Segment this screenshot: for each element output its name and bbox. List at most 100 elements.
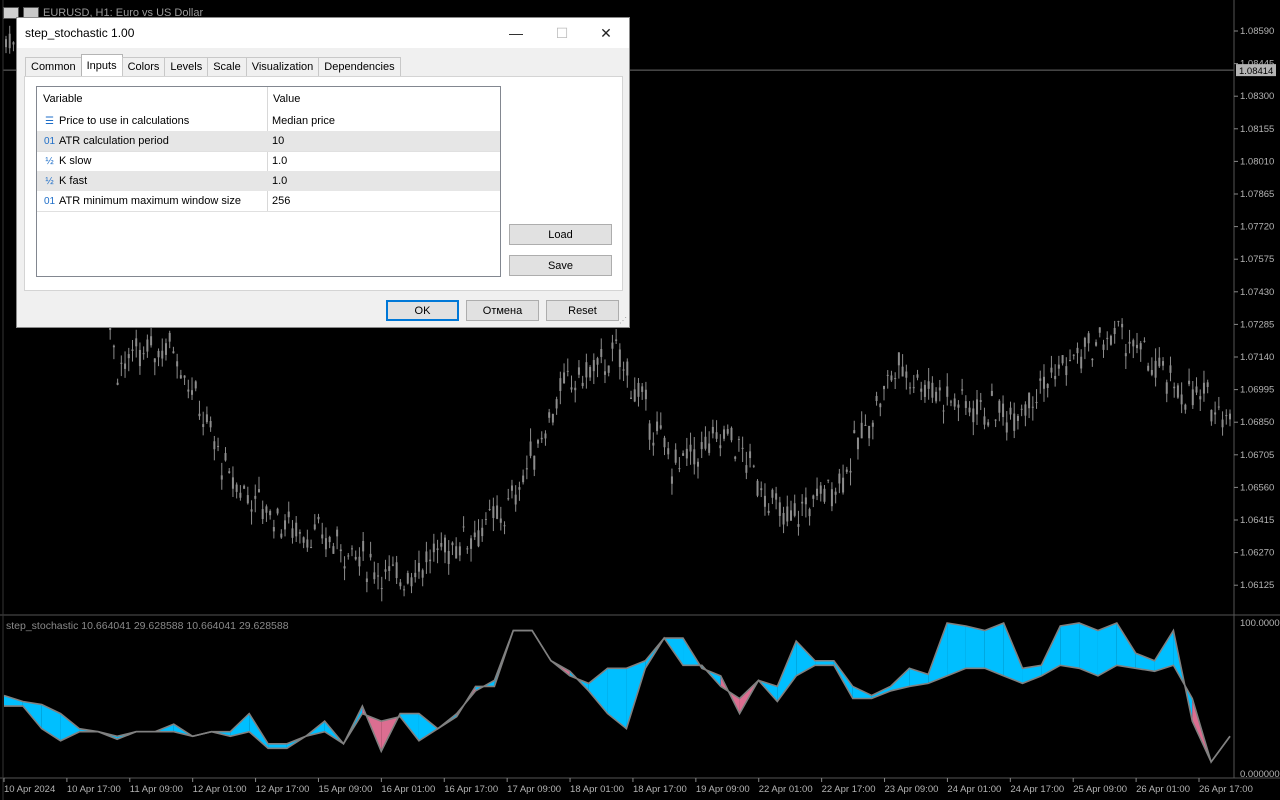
dialog-titlebar[interactable]: step_stochastic 1.00 — ☐ ✕	[17, 18, 629, 48]
candle-body	[414, 572, 417, 578]
time-label: 17 Apr 09:00	[507, 784, 561, 795]
input-row-price[interactable]: ☰ Price to use in calculations Median pri…	[37, 111, 500, 131]
candle-body	[336, 529, 339, 537]
price-label: 1.06560	[1240, 482, 1274, 493]
tab-scale[interactable]: Scale	[207, 57, 247, 76]
candle-body	[577, 367, 580, 375]
tab-levels[interactable]: Levels	[164, 57, 209, 76]
save-button[interactable]: Save	[509, 255, 612, 276]
candle-body	[946, 386, 949, 397]
candle-body	[938, 387, 941, 391]
candle-body	[1121, 323, 1124, 328]
indicator-properties-dialog: step_stochastic 1.00 — ☐ ✕ Common Inputs…	[16, 17, 630, 328]
candle-body	[406, 573, 409, 584]
candle-body	[1028, 392, 1031, 409]
load-button[interactable]: Load	[509, 224, 612, 245]
candle-body	[540, 437, 543, 440]
candle-body	[1184, 404, 1187, 410]
candle-body	[734, 456, 737, 459]
candle-body	[1005, 422, 1008, 433]
candle-body	[1054, 375, 1057, 380]
column-header-value[interactable]: Value	[273, 87, 498, 111]
candle-body	[410, 577, 413, 587]
close-icon[interactable]: ✕	[583, 18, 629, 48]
price-label: 1.06270	[1240, 548, 1274, 559]
candle-body	[630, 397, 633, 399]
candle-body	[1173, 386, 1176, 389]
integer-icon: 01	[43, 135, 56, 147]
candle-body	[585, 362, 588, 378]
candle-body	[596, 358, 599, 365]
resize-grip-icon[interactable]: ⋰	[619, 317, 627, 325]
tab-dependencies[interactable]: Dependencies	[318, 57, 401, 76]
candle-body	[864, 424, 867, 426]
candle-body	[1202, 382, 1205, 394]
row-divider	[37, 211, 500, 212]
candle-body	[942, 410, 945, 412]
price-label: 1.06850	[1240, 417, 1274, 428]
candle-body	[957, 404, 960, 408]
minimize-icon[interactable]: —	[493, 18, 539, 48]
tab-visualization[interactable]: Visualization	[245, 57, 320, 76]
candle-body	[763, 495, 766, 507]
row-value[interactable]: 256	[272, 191, 497, 211]
candle-body	[1009, 407, 1012, 415]
row-value[interactable]: 10	[272, 131, 497, 151]
candle-body	[12, 42, 15, 45]
candle-body	[1091, 358, 1094, 361]
candle-body	[484, 519, 487, 521]
column-header-variable[interactable]: Variable	[43, 87, 263, 111]
integer-icon: 01	[43, 195, 56, 207]
candle-body	[362, 540, 365, 552]
row-value[interactable]: 1.0	[272, 151, 497, 171]
candle-body	[507, 498, 510, 500]
candle-body	[124, 363, 127, 369]
row-variable: ATR calculation period	[59, 135, 169, 147]
candle-body	[801, 501, 804, 504]
candle-body	[183, 375, 186, 378]
candle-body	[626, 361, 629, 376]
candle-body	[377, 575, 380, 577]
reset-button[interactable]: Reset	[546, 300, 619, 321]
candle-body	[306, 539, 309, 548]
candle-body	[354, 556, 357, 560]
indicator-min-label: 0.000000	[1240, 769, 1280, 780]
candle-body	[1191, 389, 1194, 406]
candle-body	[827, 479, 830, 481]
candle-body	[1109, 335, 1112, 345]
candle-body	[8, 33, 11, 49]
row-value[interactable]: Median price	[272, 111, 497, 131]
candle-body	[1016, 415, 1019, 421]
candle-body	[1150, 369, 1153, 375]
candle-body	[1061, 355, 1064, 364]
price-label: 1.08590	[1240, 26, 1274, 37]
candle-body	[280, 533, 283, 538]
input-row-atr-window[interactable]: 01 ATR minimum maximum window size 256	[37, 191, 500, 211]
cancel-button[interactable]: Отмена	[466, 300, 539, 321]
candle-body	[466, 548, 469, 550]
time-label: 12 Apr 17:00	[256, 784, 310, 795]
candle-body	[231, 477, 234, 489]
input-row-atr-period[interactable]: 01 ATR calculation period 10	[37, 131, 500, 151]
candle-body	[284, 520, 287, 530]
input-row-k-slow[interactable]: ½ K slow 1.0	[37, 151, 500, 171]
ok-button[interactable]: OK	[386, 300, 459, 321]
input-row-k-fast[interactable]: ½ K fast 1.0	[37, 171, 500, 191]
tab-colors[interactable]: Colors	[121, 57, 166, 76]
time-label: 22 Apr 17:00	[822, 784, 876, 795]
candle-body	[153, 358, 156, 363]
candle-body	[1135, 344, 1138, 349]
row-value[interactable]: 1.0	[272, 171, 497, 191]
candle-body	[633, 389, 636, 402]
candle-body	[589, 366, 592, 378]
candle-body	[403, 589, 406, 591]
time-label: 19 Apr 09:00	[696, 784, 750, 795]
candle-body	[1214, 412, 1217, 415]
candle-body	[399, 582, 402, 587]
indicator-label: step_stochastic 10.664041 29.628588 10.6…	[6, 620, 289, 632]
candle-body	[711, 426, 714, 434]
tab-inputs[interactable]: Inputs	[80, 54, 123, 76]
tab-common[interactable]: Common	[25, 57, 82, 76]
candle-body	[990, 390, 993, 396]
candle-body	[161, 350, 164, 359]
